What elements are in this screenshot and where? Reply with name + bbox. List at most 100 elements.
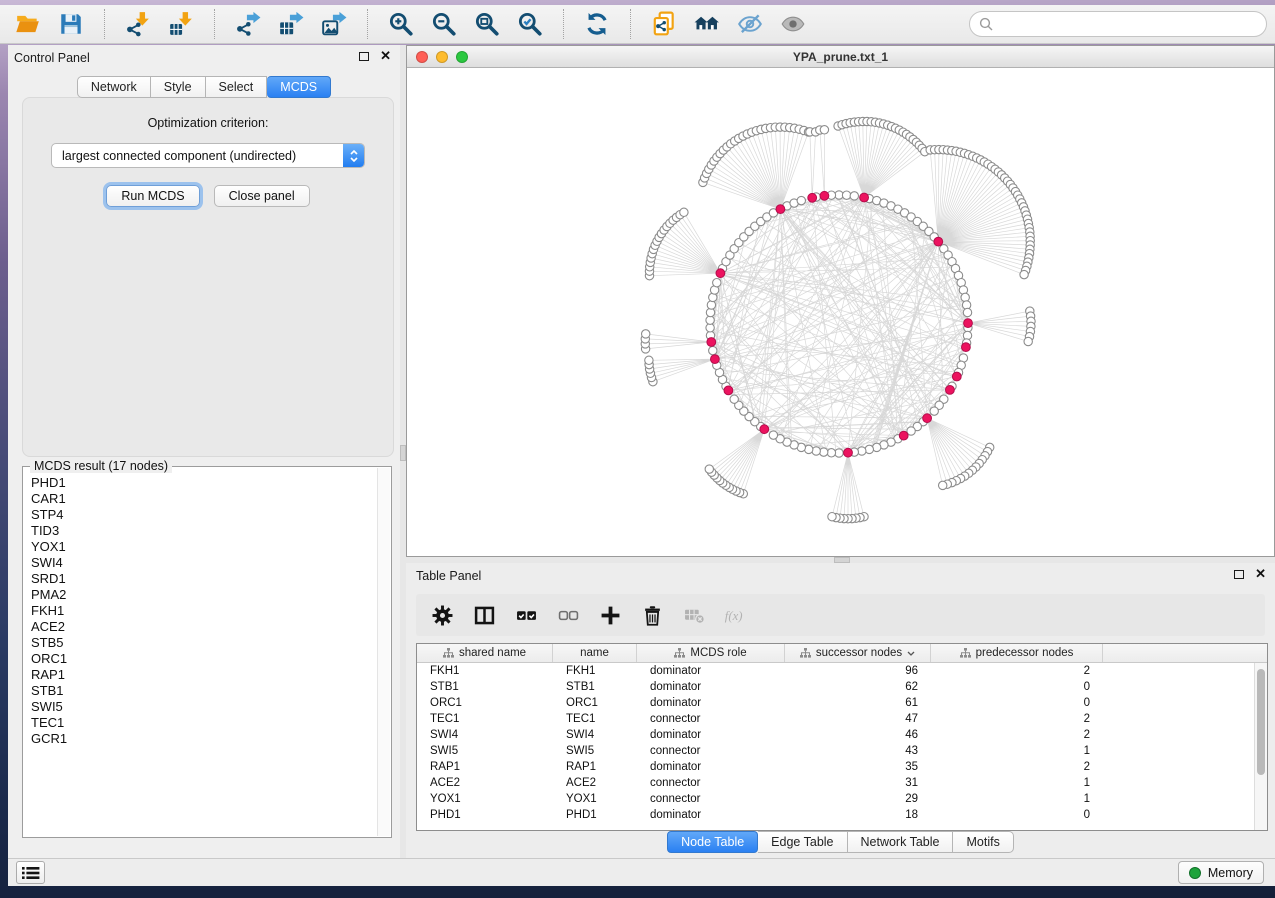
mcds-result-item[interactable]: ACE2 [31, 619, 376, 635]
hide-selected-button[interactable] [730, 8, 770, 40]
tab-network[interactable]: Network [77, 76, 151, 98]
mcds-result-item[interactable]: SRD1 [31, 571, 376, 587]
zoom-in-button[interactable] [381, 8, 421, 40]
close-icon[interactable]: ✕ [380, 51, 391, 61]
tab-edge-table[interactable]: Edge Table [758, 831, 847, 853]
export-image-button[interactable] [314, 8, 354, 40]
tab-node-table[interactable]: Node Table [667, 831, 758, 853]
export-table-button[interactable] [271, 8, 311, 40]
table-row[interactable]: FKH1FKH1dominator962 [417, 663, 1267, 679]
mcds-result-item[interactable]: SWI4 [31, 555, 376, 571]
mcds-result-item[interactable]: TEC1 [31, 715, 376, 731]
table-cell: STB1 [553, 681, 637, 693]
column-header-MCDS-role[interactable]: MCDS role [637, 644, 785, 662]
table-cell: 2 [931, 713, 1103, 725]
shared-column-icon [960, 648, 971, 659]
table-cell: dominator [637, 697, 785, 709]
float-panel-icon[interactable] [359, 52, 369, 61]
mcds-result-item[interactable]: RAP1 [31, 667, 376, 683]
delete-columns-button[interactable] [640, 603, 664, 627]
table-row[interactable]: STB1STB1dominator620 [417, 679, 1267, 695]
column-header-shared-name[interactable]: shared name [417, 644, 553, 662]
table-row[interactable]: TEC1TEC1connector472 [417, 711, 1267, 727]
table-cell: 0 [931, 809, 1103, 821]
tab-motifs[interactable]: Motifs [953, 831, 1013, 853]
column-header-successor-nodes[interactable]: successor nodes [785, 644, 931, 662]
mcds-result-item[interactable]: PHD1 [31, 475, 376, 491]
close-window-icon[interactable] [416, 51, 428, 63]
zoom-fit-button[interactable] [467, 8, 507, 40]
table-cell: SWI5 [553, 745, 637, 757]
table-row[interactable]: PHD1PHD1dominator180 [417, 807, 1267, 823]
memory-button[interactable]: Memory [1178, 861, 1264, 884]
mcds-result-item[interactable]: TID3 [31, 523, 376, 539]
toolbar-separator [630, 9, 631, 39]
zoom-selected-button[interactable] [510, 8, 550, 40]
mcds-result-item[interactable]: PMA2 [31, 587, 376, 603]
open-file-icon [15, 11, 41, 37]
tab-style[interactable]: Style [151, 76, 206, 98]
close-panel-button[interactable]: Close panel [214, 185, 310, 207]
close-icon[interactable]: ✕ [1255, 569, 1266, 579]
maximize-window-icon[interactable] [456, 51, 468, 63]
mcds-result-item[interactable]: STB1 [31, 683, 376, 699]
first-neighbors-button[interactable] [687, 8, 727, 40]
run-mcds-button[interactable]: Run MCDS [106, 185, 199, 207]
minimize-window-icon[interactable] [436, 51, 448, 63]
duplicate-network-button[interactable] [644, 8, 684, 40]
table-cell: TEC1 [553, 713, 637, 725]
table-scrollbar[interactable] [1254, 663, 1267, 830]
network-canvas[interactable] [407, 68, 1274, 556]
column-header-predecessor-nodes[interactable]: predecessor nodes [931, 644, 1103, 662]
network-window: YPA_prune.txt_1 [406, 45, 1275, 557]
table-tabs: Node TableEdge TableNetwork TableMotifs [406, 831, 1275, 853]
mcds-result-box: MCDS result (17 nodes) PHD1CAR1STP4TID3Y… [22, 466, 392, 838]
table-row[interactable]: YOX1YOX1connector291 [417, 791, 1267, 807]
mcds-result-item[interactable]: STB5 [31, 635, 376, 651]
table-row[interactable]: SWI4SWI4dominator462 [417, 727, 1267, 743]
table-row[interactable]: SWI5SWI5connector431 [417, 743, 1267, 759]
network-graph[interactable] [407, 68, 1274, 556]
show-all-button[interactable] [773, 8, 813, 40]
column-header-name[interactable]: name [553, 644, 637, 662]
refresh-view-button[interactable] [577, 8, 617, 40]
mcds-result-item[interactable]: YOX1 [31, 539, 376, 555]
search-input[interactable] [999, 17, 1257, 31]
mcds-result-item[interactable]: FKH1 [31, 603, 376, 619]
toolbar-separator [214, 9, 215, 39]
import-network-button[interactable] [118, 8, 158, 40]
save-session-button[interactable] [51, 8, 91, 40]
table-row[interactable]: RAP1RAP1dominator352 [417, 759, 1267, 775]
table-cell: SWI5 [417, 745, 553, 757]
column-settings-button[interactable] [430, 603, 454, 627]
deselect-all-columns-button[interactable] [556, 603, 580, 627]
open-file-button[interactable] [8, 8, 48, 40]
search-box[interactable] [969, 11, 1267, 37]
result-scrollbar[interactable] [377, 468, 390, 836]
mcds-result-item[interactable]: GCR1 [31, 731, 376, 747]
table-row[interactable]: ACE2ACE2connector311 [417, 775, 1267, 791]
criterion-dropdown[interactable]: largest connected component (undirected) [51, 143, 365, 168]
task-history-button[interactable] [16, 861, 45, 884]
export-network-button[interactable] [228, 8, 268, 40]
mcds-result-item[interactable]: CAR1 [31, 491, 376, 507]
tab-select[interactable]: Select [206, 76, 268, 98]
float-panel-icon[interactable] [1234, 570, 1244, 579]
table-cell: dominator [637, 681, 785, 693]
scrollbar-thumb[interactable] [1257, 669, 1265, 775]
toggle-columns-button[interactable] [472, 603, 496, 627]
mcds-result-item[interactable]: STP4 [31, 507, 376, 523]
create-column-button[interactable] [598, 603, 622, 627]
import-table-button[interactable] [161, 8, 201, 40]
table-row[interactable]: ORC1ORC1dominator610 [417, 695, 1267, 711]
tab-network-table[interactable]: Network Table [848, 831, 954, 853]
tab-mcds[interactable]: MCDS [267, 76, 331, 98]
control-panel-title: Control Panel [14, 51, 90, 65]
shared-column-icon [674, 648, 685, 659]
shared-column-icon [443, 648, 454, 659]
mcds-result-item[interactable]: ORC1 [31, 651, 376, 667]
zoom-out-button[interactable] [424, 8, 464, 40]
select-all-columns-button[interactable] [514, 603, 538, 627]
export-image-icon [321, 11, 347, 37]
mcds-result-item[interactable]: SWI5 [31, 699, 376, 715]
